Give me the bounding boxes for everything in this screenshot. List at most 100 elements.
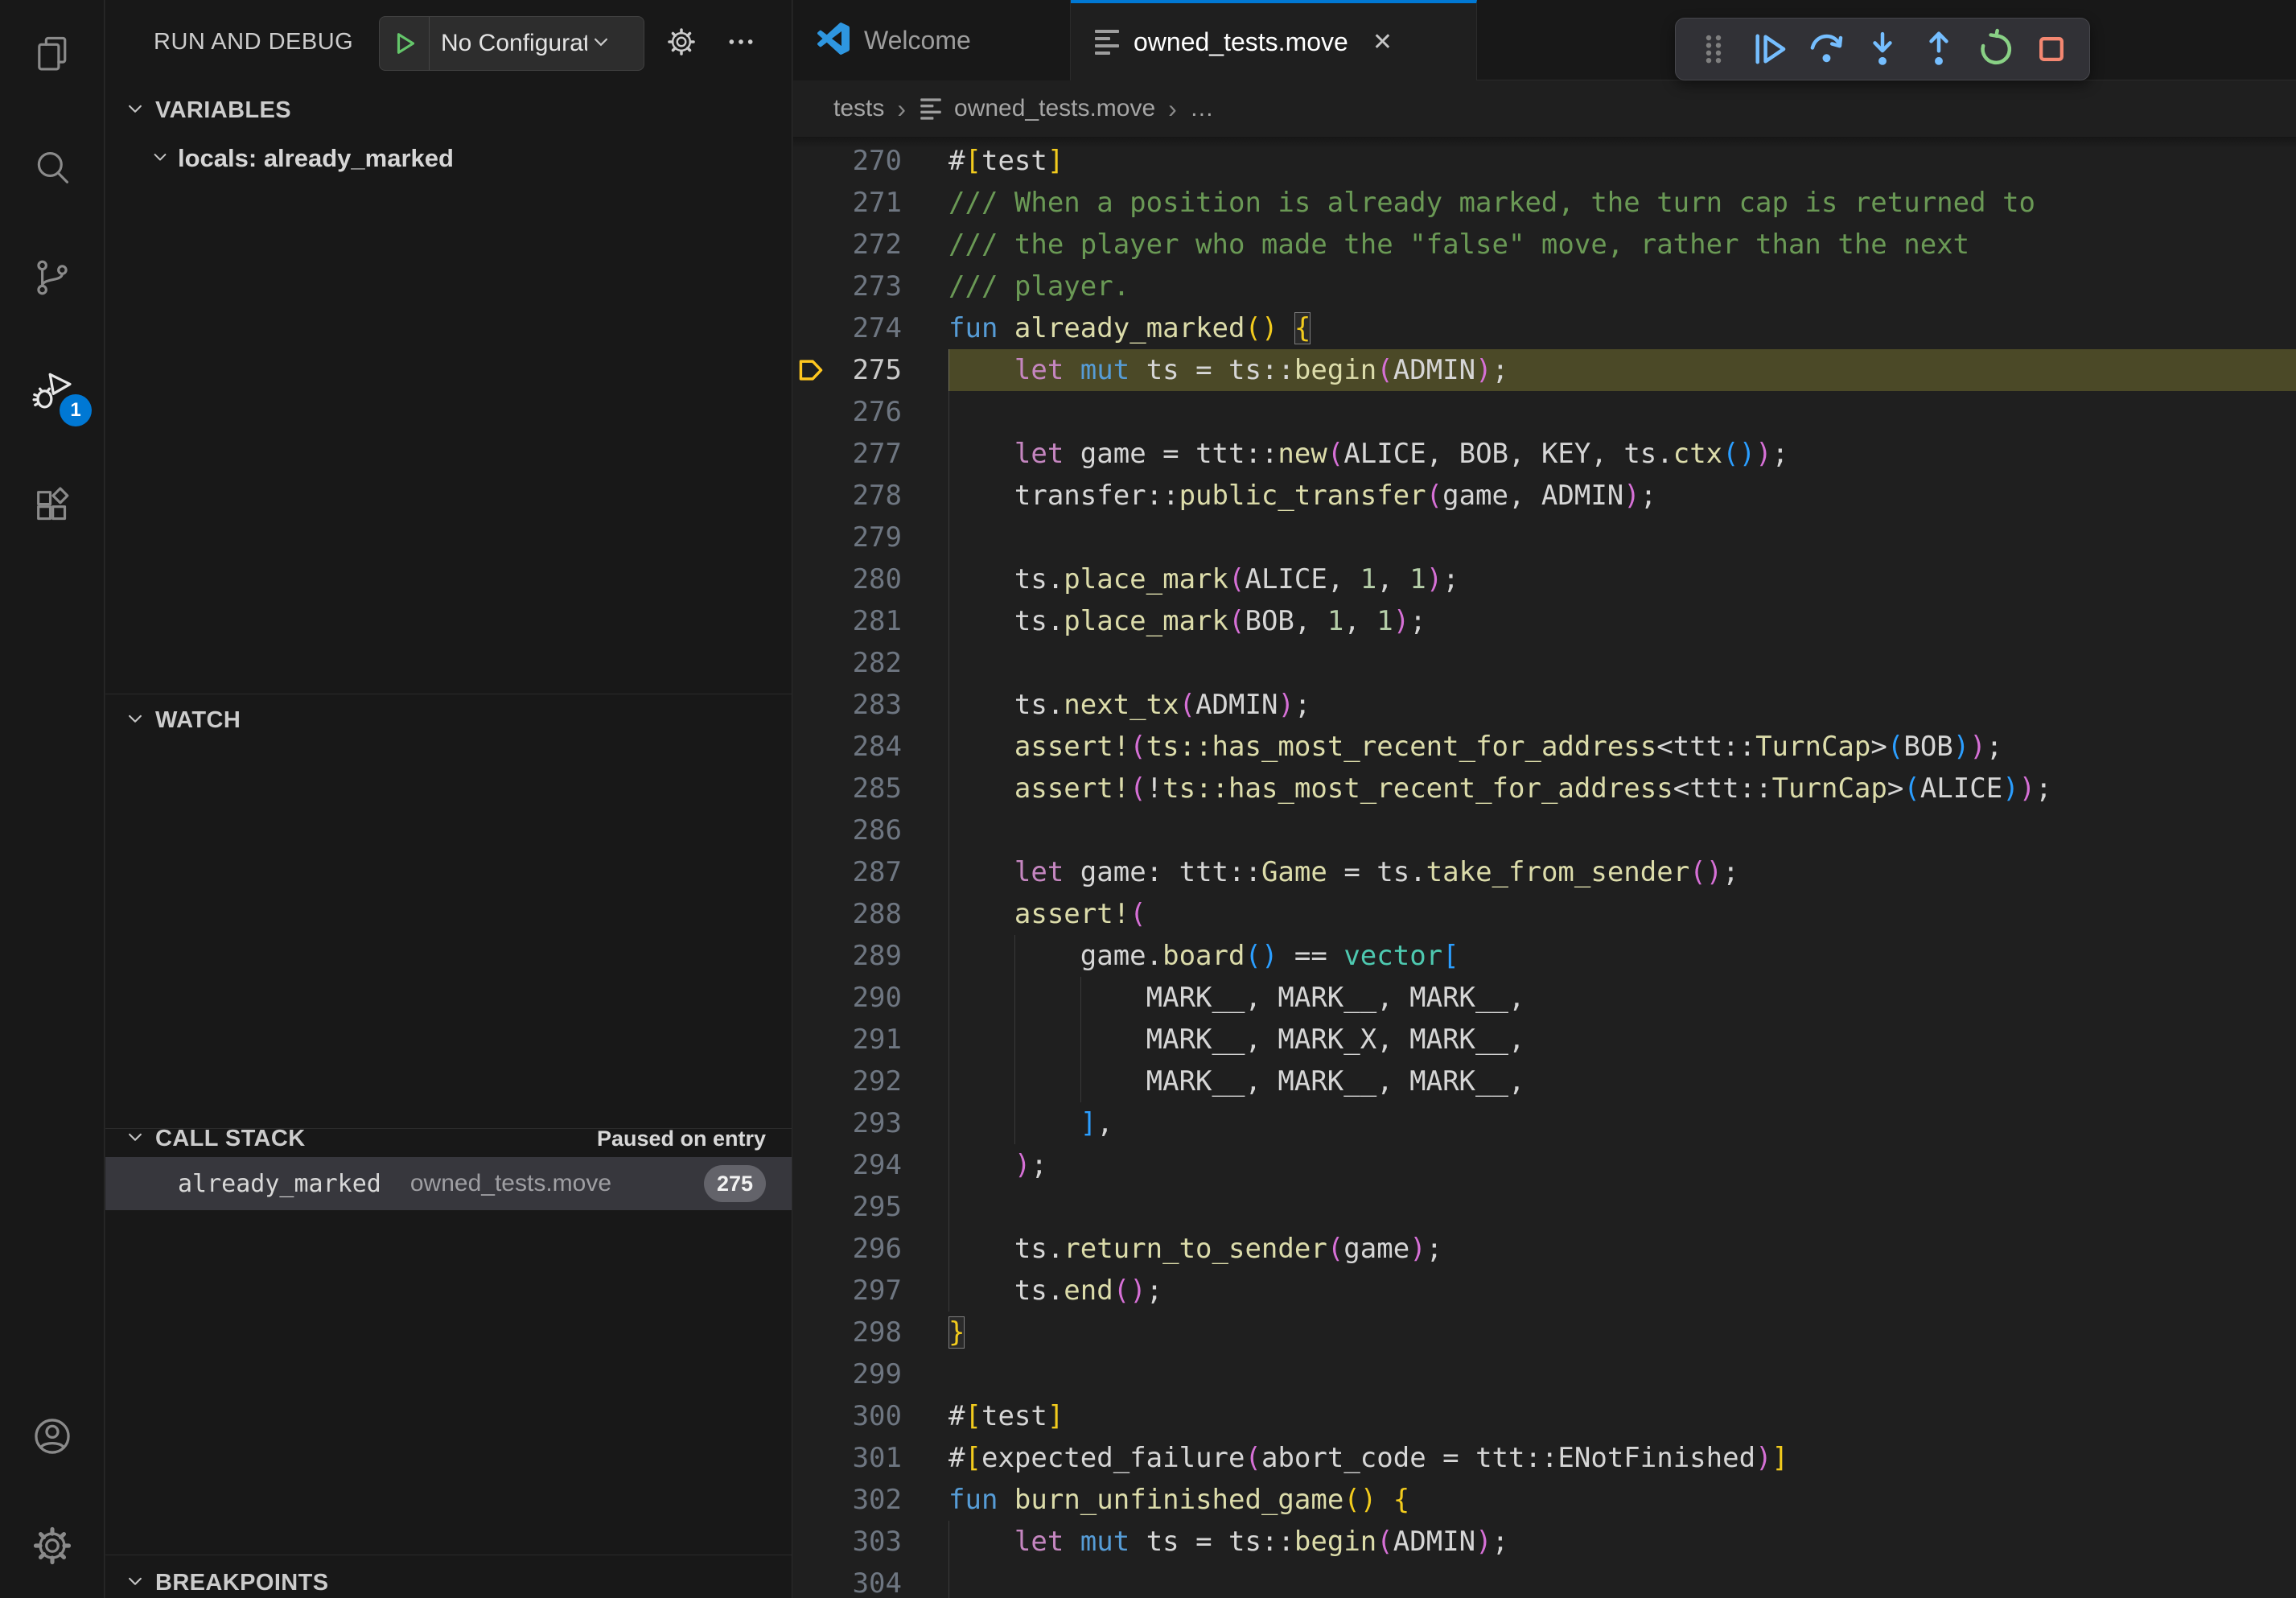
- line-number[interactable]: 292: [793, 1065, 902, 1098]
- line-number[interactable]: 284: [793, 731, 902, 763]
- code-line[interactable]: 284 assert!(ts::has_most_recent_for_addr…: [793, 726, 2296, 768]
- code-text[interactable]: assert!(ts::has_most_recent_for_address<…: [902, 731, 2002, 763]
- line-number[interactable]: 296: [793, 1233, 902, 1265]
- code-line[interactable]: 291 MARK__, MARK_X, MARK__,: [793, 1019, 2296, 1061]
- code-line[interactable]: 270#[test]: [793, 140, 2296, 182]
- line-number[interactable]: 274: [793, 312, 902, 344]
- code-line[interactable]: 281 ts.place_mark(BOB, 1, 1);: [793, 600, 2296, 642]
- code-line[interactable]: 292 MARK__, MARK__, MARK__,: [793, 1061, 2296, 1102]
- start-debugging-button[interactable]: [380, 17, 430, 70]
- code-line[interactable]: 272/// the player who made the "false" m…: [793, 224, 2296, 266]
- code-text[interactable]: ts.return_to_sender(game);: [902, 1233, 1442, 1265]
- code-text[interactable]: fun already_marked() {: [902, 312, 1311, 344]
- code-text[interactable]: MARK__, MARK_X, MARK__,: [902, 1023, 1524, 1056]
- code-text[interactable]: );: [902, 1149, 1047, 1181]
- line-number[interactable]: 291: [793, 1023, 902, 1056]
- code-text[interactable]: #[expected_failure(abort_code = ttt::ENo…: [902, 1442, 1788, 1474]
- code-text[interactable]: let mut ts = ts::begin(ADMIN);: [902, 354, 1508, 386]
- line-number[interactable]: 286: [793, 814, 902, 846]
- line-number[interactable]: 276: [793, 396, 902, 428]
- line-number[interactable]: 304: [793, 1567, 902, 1598]
- code-text[interactable]: ts.place_mark(ALICE, 1, 1);: [902, 563, 1459, 595]
- line-number[interactable]: 279: [793, 521, 902, 554]
- line-number[interactable]: 287: [793, 856, 902, 888]
- code-text[interactable]: let mut ts = ts::begin(ADMIN);: [902, 1526, 1508, 1558]
- close-icon[interactable]: ✕: [1372, 28, 1393, 56]
- step-out-button[interactable]: [1914, 24, 1964, 74]
- line-number[interactable]: 285: [793, 772, 902, 805]
- code-line[interactable]: 271/// When a position is already marked…: [793, 182, 2296, 224]
- code-text[interactable]: fun burn_unfinished_game() {: [902, 1484, 1409, 1516]
- code-line[interactable]: 283 ts.next_tx(ADMIN);: [793, 684, 2296, 726]
- code-text[interactable]: transfer::public_transfer(game, ADMIN);: [902, 480, 1656, 512]
- toolbar-drag-handle[interactable]: [1689, 24, 1738, 74]
- line-number[interactable]: 288: [793, 898, 902, 930]
- step-over-button[interactable]: [1801, 24, 1851, 74]
- code-line[interactable]: 273/// player.: [793, 266, 2296, 307]
- line-number[interactable]: 302: [793, 1484, 902, 1516]
- sidebar-item-run-and-debug[interactable]: 1: [0, 349, 105, 438]
- line-number[interactable]: 301: [793, 1442, 902, 1474]
- sidebar-item-extensions[interactable]: [0, 463, 105, 552]
- sidebar-item-search[interactable]: [0, 126, 105, 214]
- views-more-actions-button[interactable]: [715, 18, 767, 69]
- code-text[interactable]: assert!(!ts::has_most_recent_for_address…: [902, 772, 2052, 805]
- code-text[interactable]: game.board() == vector[: [902, 940, 1459, 972]
- code-line[interactable]: 274fun already_marked() {: [793, 307, 2296, 349]
- variables-section-header[interactable]: VARIABLES: [105, 89, 792, 132]
- code-text[interactable]: let game = ttt::new(ALICE, BOB, KEY, ts.…: [902, 438, 1788, 470]
- code-text[interactable]: MARK__, MARK__, MARK__,: [902, 982, 1524, 1014]
- code-text[interactable]: #[test]: [902, 1400, 1064, 1432]
- line-number[interactable]: 295: [793, 1191, 902, 1223]
- code-line[interactable]: 288 assert!(: [793, 893, 2296, 935]
- line-number[interactable]: 289: [793, 940, 902, 972]
- step-into-button[interactable]: [1858, 24, 1907, 74]
- tab-welcome[interactable]: Welcome: [793, 0, 1071, 80]
- call-stack-frame-row[interactable]: already_marked owned_tests.move 275: [105, 1157, 792, 1210]
- code-line[interactable]: 289 game.board() == vector[: [793, 935, 2296, 977]
- line-number[interactable]: 270: [793, 145, 902, 177]
- line-number[interactable]: 290: [793, 982, 902, 1014]
- breadcrumb-item-tests[interactable]: tests: [833, 95, 884, 122]
- line-number[interactable]: 282: [793, 647, 902, 679]
- code-line[interactable]: 275 let mut ts = ts::begin(ADMIN);: [793, 349, 2296, 391]
- code-line[interactable]: 296 ts.return_to_sender(game);: [793, 1228, 2296, 1270]
- restart-button[interactable]: [1970, 24, 2020, 74]
- line-number[interactable]: 294: [793, 1149, 902, 1181]
- code-editor[interactable]: 270#[test]271/// When a position is alre…: [793, 140, 2296, 1598]
- code-line[interactable]: 278 transfer::public_transfer(game, ADMI…: [793, 475, 2296, 517]
- code-text[interactable]: MARK__, MARK__, MARK__,: [902, 1065, 1524, 1098]
- watch-section-header[interactable]: WATCH: [105, 698, 792, 742]
- code-line[interactable]: 304: [793, 1563, 2296, 1598]
- code-line[interactable]: 285 assert!(!ts::has_most_recent_for_add…: [793, 768, 2296, 809]
- code-line[interactable]: 277 let game = ttt::new(ALICE, BOB, KEY,…: [793, 433, 2296, 475]
- debug-config-dropdown[interactable]: No Configurations: [379, 16, 644, 71]
- line-number[interactable]: 281: [793, 605, 902, 637]
- code-line[interactable]: 276: [793, 391, 2296, 433]
- debug-settings-gear-button[interactable]: [656, 18, 707, 69]
- code-line[interactable]: 286: [793, 809, 2296, 851]
- code-text[interactable]: /// the player who made the "false" move…: [902, 229, 1969, 261]
- line-number[interactable]: 283: [793, 689, 902, 721]
- code-text[interactable]: ts.place_mark(BOB, 1, 1);: [902, 605, 1426, 637]
- sidebar-item-explorer[interactable]: [0, 11, 105, 100]
- code-text[interactable]: ts.end();: [902, 1275, 1162, 1307]
- continue-button[interactable]: [1745, 24, 1795, 74]
- line-number[interactable]: 299: [793, 1358, 902, 1390]
- code-line[interactable]: 297 ts.end();: [793, 1270, 2296, 1312]
- code-line[interactable]: 293 ],: [793, 1102, 2296, 1144]
- code-text[interactable]: }: [902, 1316, 965, 1349]
- line-number[interactable]: 297: [793, 1275, 902, 1307]
- line-number[interactable]: 280: [793, 563, 902, 595]
- code-line[interactable]: 280 ts.place_mark(ALICE, 1, 1);: [793, 558, 2296, 600]
- call-stack-section-header[interactable]: CALL STACK Paused on entry: [105, 1117, 792, 1160]
- code-line[interactable]: 282: [793, 642, 2296, 684]
- code-line[interactable]: 290 MARK__, MARK__, MARK__,: [793, 977, 2296, 1019]
- code-line[interactable]: 295: [793, 1186, 2296, 1228]
- code-line[interactable]: 303 let mut ts = ts::begin(ADMIN);: [793, 1521, 2296, 1563]
- line-number[interactable]: 273: [793, 270, 902, 303]
- code-text[interactable]: /// player.: [902, 270, 1129, 303]
- variables-scope-locals[interactable]: locals: already_marked: [105, 135, 792, 182]
- code-text[interactable]: assert!(: [902, 898, 1146, 930]
- line-number[interactable]: 298: [793, 1316, 902, 1349]
